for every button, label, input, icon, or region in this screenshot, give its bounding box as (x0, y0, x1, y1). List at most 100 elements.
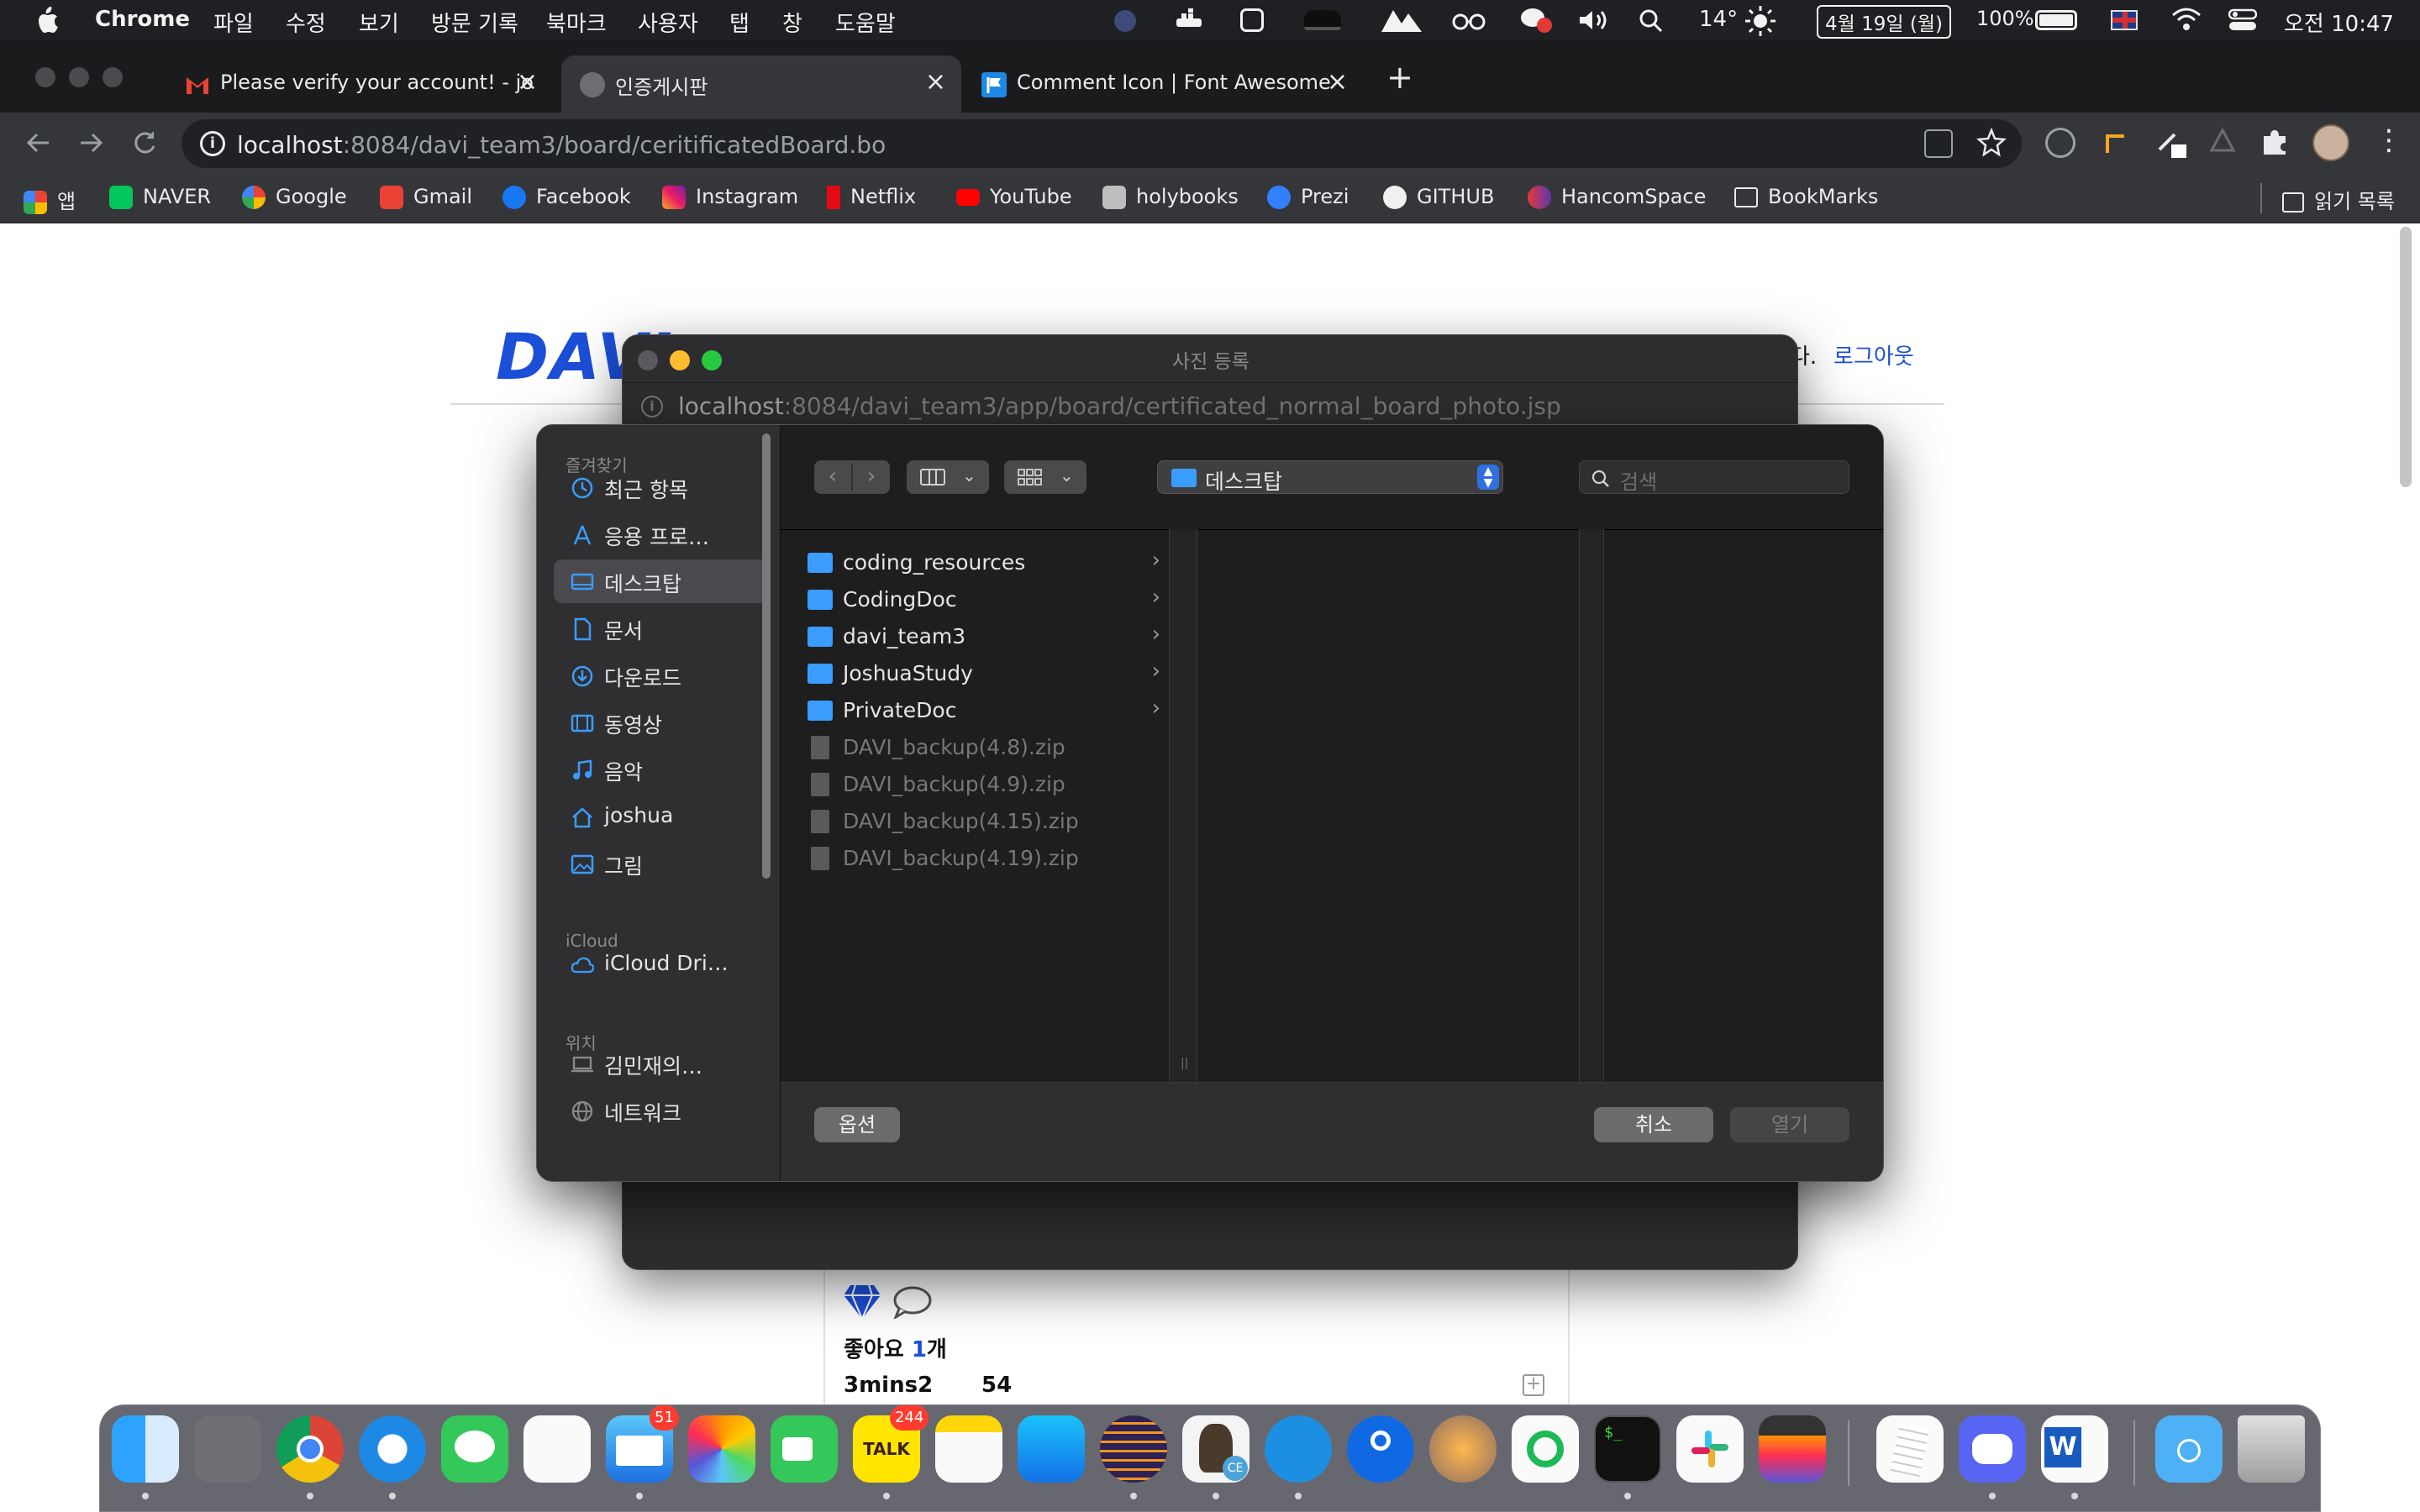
tab-close-icon[interactable]: × (1327, 67, 1348, 97)
column-resize-handle[interactable]: || (1169, 529, 1197, 1082)
volume-icon[interactable] (1578, 8, 1610, 32)
forward-icon[interactable] (76, 128, 106, 158)
downloads-stack-icon[interactable] (2155, 1415, 2223, 1483)
glasses-status-icon[interactable] (1452, 8, 1486, 30)
bookmark-hancomspace[interactable]: HancomSpace (1528, 185, 1706, 209)
squirrel-app-icon[interactable]: CE (1182, 1415, 1249, 1483)
bookmark-google[interactable]: Google (242, 185, 347, 209)
sidebar-item-movies[interactable]: 동영상 (554, 701, 769, 744)
back-icon[interactable] (24, 128, 54, 158)
window-minimize-button[interactable] (69, 67, 89, 87)
window-zoom-button[interactable] (103, 67, 123, 87)
reminders-icon[interactable] (523, 1415, 591, 1483)
sidebar-item-icloud-drive[interactable]: iCloud Dri… (554, 942, 769, 986)
wifi-icon[interactable] (2171, 7, 2202, 32)
post-author[interactable]: 3mins2 (844, 1373, 933, 1398)
menu-app-name[interactable]: Chrome (95, 7, 190, 32)
safari-icon[interactable] (359, 1415, 426, 1483)
menu-bookmarks[interactable]: 북마크 (546, 7, 607, 38)
menu-file[interactable]: 파일 (213, 7, 254, 38)
discord-icon[interactable] (1959, 1415, 2026, 1483)
reload-icon[interactable] (129, 128, 160, 158)
menu-view[interactable]: 보기 (359, 7, 399, 38)
spotlight-search-icon[interactable] (1639, 8, 1664, 34)
launchpad-icon[interactable] (194, 1415, 261, 1483)
menu-help[interactable]: 도움말 (835, 7, 896, 38)
bookmark-folder-bookmarks[interactable]: BookMarks (1734, 185, 1878, 208)
sidebar-item-desktop[interactable]: 데스크탑 (554, 559, 769, 603)
file-row-folder[interactable]: JoshuaStudy › (797, 655, 1172, 692)
chrome-icon[interactable] (276, 1415, 344, 1483)
mountain-status-icon[interactable] (1380, 7, 1423, 34)
helmet-app-icon[interactable] (1429, 1415, 1497, 1483)
messages-icon[interactable] (441, 1415, 508, 1483)
trash-icon[interactable] (2238, 1415, 2305, 1483)
tab-gmail[interactable]: Please verify your account! - jo × (166, 55, 553, 113)
status-circle-icon[interactable] (1114, 10, 1136, 32)
bookmark-youtube[interactable]: YouTube (956, 185, 1072, 208)
sidebar-item-home[interactable]: joshua (554, 795, 769, 838)
search-field[interactable]: 검색 (1579, 460, 1849, 494)
docker-icon[interactable] (1265, 1415, 1332, 1483)
grid-status-icon[interactable] (1240, 8, 1264, 32)
weather-temperature[interactable]: 14° (1699, 7, 1738, 32)
nav-back-button[interactable]: ‹ (814, 460, 851, 494)
extension-arrow-icon[interactable] (2101, 129, 2128, 156)
column-resize-handle[interactable] (1579, 529, 1604, 1082)
textedit-icon[interactable] (1876, 1415, 1944, 1483)
chrome-menu-icon[interactable]: ⋮ (2375, 126, 2403, 160)
file-row-folder[interactable]: davi_team3 › (797, 618, 1172, 655)
word-icon[interactable]: W (2041, 1415, 2108, 1483)
tab-close-icon[interactable]: × (517, 67, 538, 97)
apple-icon[interactable] (35, 7, 59, 34)
menu-tab[interactable]: 탭 (729, 7, 750, 38)
file-row-folder[interactable]: CodingDoc › (797, 581, 1172, 618)
bookmark-netflix[interactable]: Netflix (827, 185, 916, 209)
eclipse-icon[interactable] (1100, 1415, 1167, 1483)
sidebar-item-network[interactable]: 네트워크 (554, 1089, 769, 1132)
profile-avatar[interactable] (2312, 124, 2349, 161)
sidebar-item-music[interactable]: 음악 (554, 748, 769, 791)
new-tab-button[interactable]: + (1386, 59, 1413, 96)
logout-link[interactable]: 로그아웃 (1833, 339, 1914, 370)
sidebar-item-applications[interactable]: 응용 프로… (554, 512, 769, 556)
bookmark-gmail[interactable]: Gmail (380, 185, 472, 209)
tab-close-icon[interactable]: × (925, 67, 946, 97)
facetime-icon[interactable] (771, 1415, 838, 1483)
sidebar-item-recents[interactable]: 최근 항목 (554, 465, 769, 509)
nav-forward-button[interactable]: › (853, 460, 890, 494)
window-close-button[interactable] (35, 67, 55, 87)
location-popup-button[interactable]: 데스크탑 ▲ ▼ (1157, 460, 1503, 494)
notes-icon[interactable] (935, 1415, 1002, 1483)
popup-site-info-icon[interactable]: i (641, 396, 663, 417)
file-row-folder[interactable]: coding_resources › (797, 544, 1172, 581)
date-display[interactable]: 4월 19일 (월) (1817, 5, 1951, 39)
sidebar-item-this-mac[interactable]: 김민재의… (554, 1042, 769, 1085)
slack-icon[interactable] (1676, 1415, 1744, 1483)
cancel-button[interactable]: 취소 (1594, 1107, 1713, 1142)
translate-icon[interactable] (1924, 129, 1953, 158)
battery-icon[interactable] (2035, 10, 2077, 30)
app-store-icon[interactable] (1018, 1415, 1085, 1483)
sidebar-item-downloads[interactable]: 다운로드 (554, 654, 769, 697)
options-button[interactable]: 옵션 (814, 1107, 900, 1142)
control-center-icon[interactable] (2228, 8, 2258, 32)
green-ring-app-icon[interactable] (1512, 1415, 1579, 1483)
expand-icon[interactable]: + (1523, 1374, 1544, 1396)
bookmark-holybooks[interactable]: holybooks (1102, 185, 1239, 209)
extensions-puzzle-icon[interactable] (2260, 128, 2289, 156)
tab-font-awesome[interactable]: Comment Icon | Font Awesome × (963, 55, 1363, 113)
site-info-icon[interactable]: i (200, 131, 225, 156)
finder-icon[interactable] (112, 1415, 179, 1483)
menu-window[interactable]: 창 (782, 7, 802, 38)
page-scrollbar[interactable] (2400, 227, 2412, 487)
extension-globe-icon[interactable] (2045, 128, 2075, 158)
menu-edit[interactable]: 수정 (286, 7, 326, 38)
address-bar[interactable]: i localhost:8084/davi_team3/board/ceriti… (182, 119, 2022, 168)
bookmark-facebook[interactable]: Facebook (502, 185, 631, 209)
sidebar-item-documents[interactable]: 문서 (554, 606, 769, 650)
hat-status-icon[interactable] (1304, 10, 1341, 30)
bookmark-star-icon[interactable] (1975, 127, 2007, 158)
bookmark-prezi[interactable]: Prezi (1267, 185, 1349, 209)
diamond-like-icon[interactable] (842, 1284, 882, 1321)
